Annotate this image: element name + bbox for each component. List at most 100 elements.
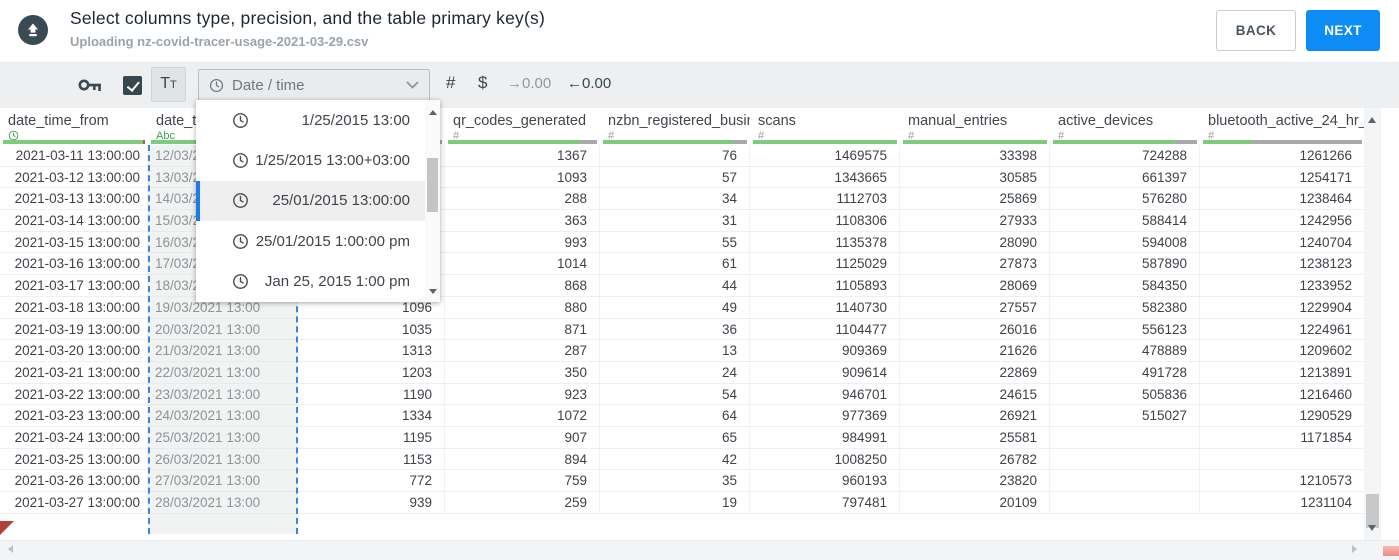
column-header[interactable]: date_time_from (0, 108, 148, 140)
dropdown-option[interactable]: 25/01/2015 1:00:00 pm (196, 221, 440, 261)
vertical-scrollbar[interactable] (1364, 108, 1381, 540)
table-cell: 1240704 (1200, 231, 1365, 254)
table-cell: 960193 (750, 470, 900, 492)
scroll-right-arrow-icon[interactable] (1352, 545, 1357, 553)
table-cell: 2021-03-27 13:00:00 (0, 492, 148, 514)
column-header[interactable]: bluetooth_active_24_hr_ # (1200, 108, 1365, 140)
dropdown-option[interactable]: Jan 25, 2015 1:00 pm (196, 262, 440, 302)
table-cell: 363 (445, 210, 600, 232)
scroll-up-arrow-icon[interactable] (1368, 117, 1376, 123)
table-cell: 26/03/2021 13:00 (148, 449, 298, 471)
table-cell: 909614 (750, 361, 900, 384)
table-cell: 42 (600, 448, 750, 471)
text-type-button[interactable]: Tt (151, 67, 186, 102)
table-cell: 2021-03-20 13:00:00 (0, 340, 148, 362)
table-cell: 22/03/2021 13:00 (148, 362, 298, 384)
table-cell: 587890 (1050, 253, 1200, 276)
table-cell: 2021-03-19 13:00:00 (0, 318, 148, 341)
menu-scrollbar[interactable] (425, 100, 440, 302)
format-option-label: 25/01/2015 13:00:00 (272, 192, 410, 210)
table-cell: 28090 (900, 231, 1050, 254)
dropdown-option[interactable]: 1/25/2015 13:00+03:00 (196, 140, 440, 180)
table-cell: 13 (600, 340, 750, 362)
table-cell: 25/03/2021 13:00 (148, 427, 298, 449)
table-row: 2021-03-23 13:00:00 24/03/2021 13:00 1334 1… (0, 405, 1365, 427)
table-cell: 2021-03-21 13:00:00 (0, 361, 148, 384)
vertical-scroll-thumb[interactable] (1366, 494, 1379, 528)
table-cell: 909369 (750, 340, 900, 362)
include-column-checkbox[interactable] (123, 76, 142, 95)
table-cell: 20/03/2021 13:00 (148, 319, 298, 341)
table-cell: 1008250 (750, 448, 900, 471)
decrease-decimal-button[interactable]: ←0.00 (567, 75, 611, 92)
table-cell: 1112703 (750, 188, 900, 211)
table-cell: 1231104 (1200, 492, 1365, 514)
table-cell: 1334 (298, 405, 445, 427)
number-type-button[interactable]: # (446, 73, 455, 93)
column-type-select[interactable]: Date / time (198, 69, 430, 101)
menu-scroll-up-icon[interactable] (428, 110, 437, 115)
column-header[interactable]: active_devices # (1050, 108, 1200, 140)
upload-cloud-icon (18, 15, 48, 45)
table-cell: 1104477 (750, 318, 900, 341)
column-quality-bar (1053, 140, 1197, 144)
table-cell: 907 (445, 426, 600, 449)
table-cell: 1140730 (750, 296, 900, 319)
table-cell: 2021-03-15 13:00:00 (0, 231, 148, 254)
format-option-label: 25/01/2015 1:00:00 pm (255, 232, 410, 250)
table-cell: 1035 (298, 318, 445, 341)
number-type-icon: # (608, 130, 615, 140)
horizontal-scroll-thumb[interactable] (1383, 546, 1399, 556)
table-cell: 939 (298, 492, 445, 514)
table-cell: 946701 (750, 383, 900, 406)
table-cell: 26921 (900, 405, 1050, 427)
table-cell: 759 (445, 470, 600, 492)
back-button[interactable]: BACK (1216, 10, 1296, 51)
menu-scroll-down-icon[interactable] (428, 289, 437, 294)
column-header[interactable]: qr_codes_generated # (445, 108, 600, 140)
table-cell: 478889 (1050, 340, 1200, 362)
column-name: active_devices (1058, 113, 1154, 129)
currency-type-button[interactable]: $ (478, 73, 487, 93)
table-cell: 594008 (1050, 231, 1200, 254)
next-button[interactable]: NEXT (1306, 10, 1380, 51)
csv-upload-wizard: Select columns type, precision, and the … (0, 0, 1399, 560)
table-cell: 661397 (1050, 166, 1200, 189)
page-title: Select columns type, precision, and the … (70, 8, 545, 28)
number-type-icon: # (758, 130, 765, 140)
table-cell: 1209602 (1200, 340, 1365, 362)
table-cell: 26782 (900, 448, 1050, 471)
table-cell: 1367 (445, 145, 600, 167)
table-cell: 1171854 (1200, 426, 1365, 449)
table-cell: 76 (600, 145, 750, 167)
column-header[interactable]: manual_entries # (900, 108, 1050, 140)
column-name: date_time_from (8, 113, 109, 129)
scroll-left-arrow-icon[interactable] (8, 545, 13, 553)
horizontal-scrollbar[interactable] (0, 540, 1399, 560)
dropdown-option[interactable]: 25/01/2015 13:00:00 (196, 180, 440, 222)
table-cell: 1238123 (1200, 253, 1365, 276)
number-type-icon: # (453, 130, 460, 140)
column-quality-bar (448, 140, 597, 144)
table-cell: 724288 (1050, 145, 1200, 167)
table-cell: 2021-03-25 13:00:00 (0, 448, 148, 471)
scroll-down-arrow-icon[interactable] (1368, 525, 1376, 531)
primary-key-icon[interactable] (78, 78, 102, 97)
table-cell: 1233952 (1200, 275, 1365, 297)
dropdown-option[interactable]: 1/25/2015 13:00 (196, 100, 440, 140)
table-cell: 588414 (1050, 210, 1200, 232)
menu-scroll-thumb[interactable] (427, 158, 438, 212)
column-header[interactable]: nzbn_registered_busine # (600, 108, 750, 140)
column-name: nzbn_registered_busine (608, 113, 750, 129)
column-quality-bar (753, 140, 897, 144)
table-cell: 2021-03-12 13:00:00 (0, 166, 148, 189)
table-cell (1050, 448, 1200, 471)
table-cell: 61 (600, 253, 750, 276)
increase-decimal-button[interactable]: →0.00 (507, 75, 551, 92)
table-cell: 1238464 (1200, 188, 1365, 211)
table-cell: 2021-03-26 13:00:00 (0, 470, 148, 492)
table-cell: 993 (445, 231, 600, 254)
table-cell: 36 (600, 318, 750, 341)
column-header[interactable]: scans # (750, 108, 900, 140)
table-cell: 22869 (900, 361, 1050, 384)
